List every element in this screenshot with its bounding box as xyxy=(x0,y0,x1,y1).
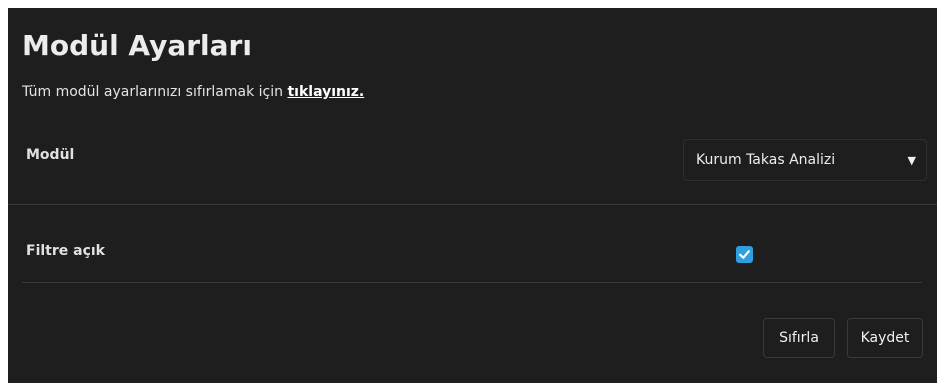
caret-down-icon: ▼ xyxy=(907,153,916,167)
reset-all-link[interactable]: tıklayınız. xyxy=(287,84,364,100)
module-label: Modül xyxy=(26,147,75,163)
module-settings-panel: Modül Ayarları Tüm modül ayarlarınızı sı… xyxy=(8,8,937,383)
row-divider xyxy=(8,204,937,205)
page-title: Modül Ayarları xyxy=(22,29,252,62)
reset-button[interactable]: Sıfırla xyxy=(763,318,835,358)
save-button[interactable]: Kaydet xyxy=(847,318,923,358)
checkmark-icon xyxy=(739,250,750,259)
reset-note: Tüm modül ayarlarınızı sıfırlamak için t… xyxy=(22,84,364,100)
row-divider xyxy=(22,282,922,283)
reset-note-text: Tüm modül ayarlarınızı sıfırlamak için xyxy=(22,84,288,100)
filter-checkbox[interactable] xyxy=(736,246,753,263)
module-select[interactable]: Kurum Takas Analizi ▼ xyxy=(683,139,927,181)
filter-label: Filtre açık xyxy=(26,243,105,259)
module-select-value: Kurum Takas Analizi xyxy=(696,152,836,168)
